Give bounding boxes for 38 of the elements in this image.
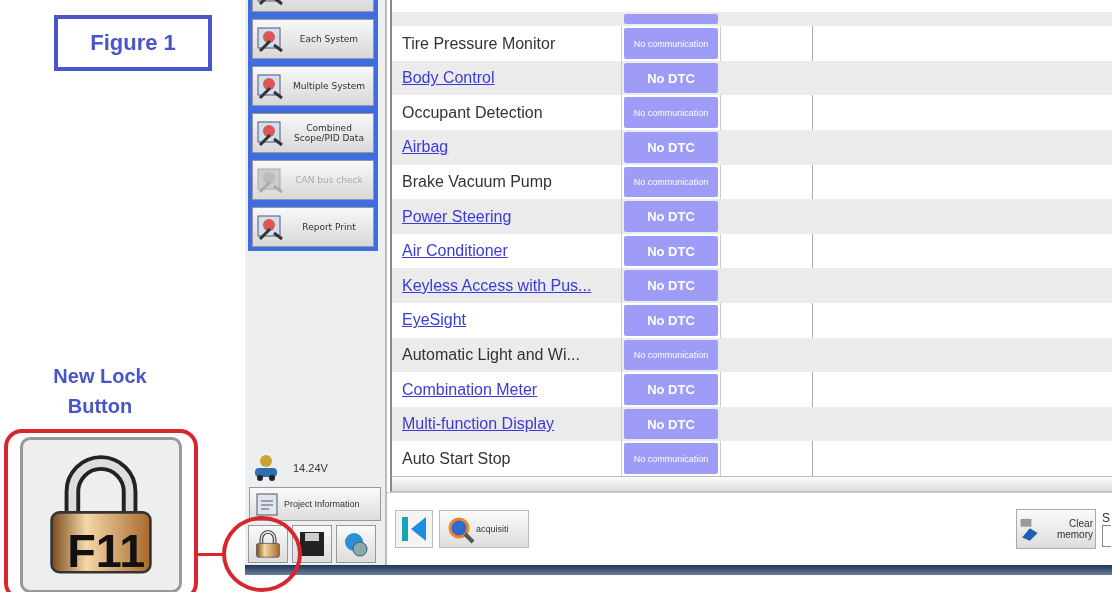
network-button[interactable] — [336, 525, 376, 563]
project-information-button[interactable]: Project Information — [249, 487, 381, 521]
voltage-reading: 14.24V — [293, 462, 328, 474]
side-button[interactable]: Multiple System — [252, 66, 374, 106]
side-button[interactable]: Each System — [252, 19, 374, 59]
side-button[interactable]: Combined Scope/PID Data — [252, 113, 374, 153]
lock-button[interactable] — [248, 525, 288, 563]
status-badge: No communication — [624, 443, 718, 474]
padlock-icon — [253, 528, 283, 560]
side-button[interactable]: Report Print — [252, 207, 374, 247]
system-link[interactable]: EyeSight — [392, 303, 622, 338]
save-button[interactable] — [292, 525, 332, 563]
system-link[interactable]: Airbag — [392, 130, 622, 165]
status-badge: No communication — [624, 97, 718, 129]
horizontal-scrollbar[interactable] — [390, 476, 1112, 492]
status-badge: No DTC — [624, 270, 718, 302]
status-badge: No DTC — [624, 235, 718, 267]
status-badge: No communication — [624, 166, 718, 198]
system-name: Tire Pressure Monitor — [392, 26, 622, 61]
status-badge: No DTC — [624, 305, 718, 336]
back-button[interactable] — [395, 510, 433, 548]
clipboard-icon — [254, 491, 280, 517]
status-badge: No communication — [624, 28, 718, 59]
callout-label: New Lock Button — [52, 364, 148, 419]
input-field[interactable] — [1102, 525, 1111, 547]
status-badge: No DTC — [624, 62, 718, 94]
status-badge: No DTC — [624, 408, 718, 440]
figure-label: Figure 1 — [54, 15, 212, 71]
status-badge: No DTC — [624, 132, 718, 163]
status-badge: No communication — [624, 339, 718, 371]
acquisition-button[interactable]: acquisiti — [439, 510, 529, 548]
status-badge: No DTC — [624, 374, 718, 405]
system-link[interactable]: Power Steering — [392, 199, 622, 234]
system-link[interactable]: Combination Meter — [392, 372, 622, 407]
field-label: S — [1102, 511, 1111, 525]
status-badge: No DTC — [624, 201, 718, 232]
skip-back-icon — [399, 514, 429, 544]
clear-memory-button[interactable]: Clear memory — [1016, 509, 1096, 549]
